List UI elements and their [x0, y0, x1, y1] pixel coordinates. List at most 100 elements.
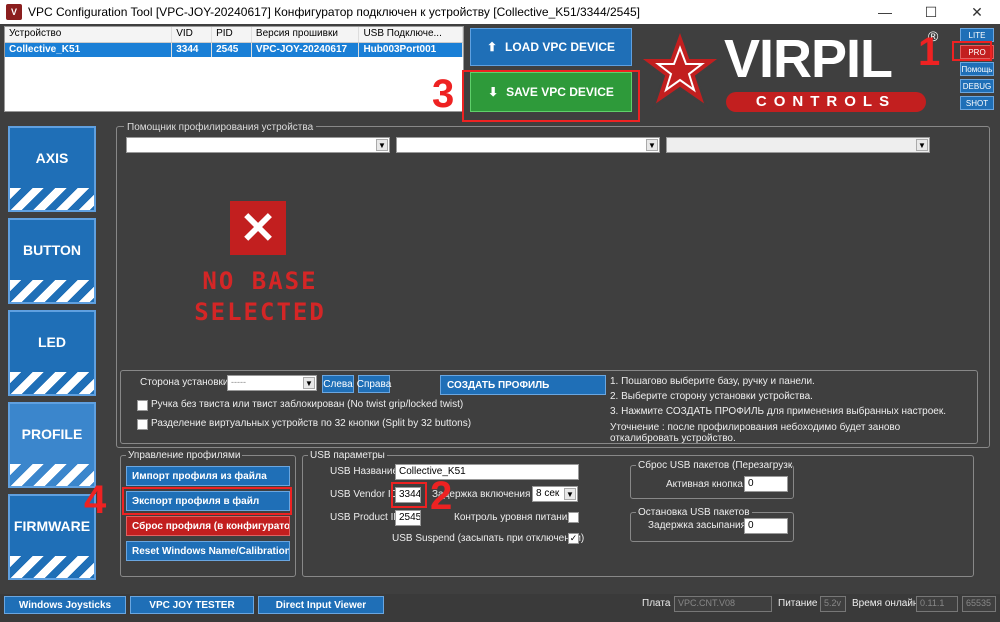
cell-vid: 3344 — [172, 43, 213, 57]
usb-name-label: USB Название — [330, 466, 399, 477]
col-vid[interactable]: VID — [172, 27, 213, 42]
stripes-decoration — [10, 372, 94, 394]
power-control-checkbox[interactable] — [568, 512, 579, 523]
virpil-logo: VIRPIL ® CONTROLS — [637, 26, 948, 116]
app-icon: V — [6, 4, 22, 20]
usb-stop-legend: Остановка USB пакетов — [636, 507, 752, 518]
left-button[interactable]: Слева — [322, 375, 354, 393]
usb-pid-input[interactable]: 2545 — [395, 510, 421, 526]
no-base-line2: SELECTED — [194, 298, 326, 326]
direct-input-viewer-button[interactable]: Direct Input Viewer — [258, 596, 384, 614]
nav-firmware-label: FIRMWARE — [13, 518, 91, 534]
startup-delay-value: 8 сек — [536, 488, 560, 499]
nav-button[interactable]: BUTTON — [8, 218, 96, 304]
usb-name-input[interactable]: Collective_K51 — [395, 464, 579, 480]
cell-pid: 2545 — [212, 43, 252, 57]
no-base-line1: NO BASE — [202, 267, 318, 295]
startup-delay-select[interactable]: 8 сек ▼ — [532, 486, 578, 502]
usb-suspend-checkbox[interactable]: ✓ — [568, 533, 579, 544]
chevron-down-icon[interactable]: ▼ — [564, 488, 576, 500]
title-bar: V VPC Configuration Tool [VPC-JOY-202406… — [0, 0, 1000, 24]
logo-text: VIRPIL — [724, 29, 893, 89]
vpc-joy-tester-button[interactable]: VPC JOY TESTER — [130, 596, 254, 614]
stripes-decoration — [10, 464, 94, 486]
power-value: 5.2v — [820, 596, 846, 612]
cell-device: Collective_K51 — [5, 43, 173, 57]
annotation-box-vid — [391, 482, 427, 508]
uptime-label: Время онлайн — [852, 598, 919, 609]
stripes-decoration — [10, 188, 94, 210]
nav-axis[interactable]: AXIS — [8, 126, 96, 212]
nav-led[interactable]: LED — [8, 310, 96, 396]
no-twist-label: Ручка без твиста или твист заблокирован … — [151, 399, 464, 410]
base-select[interactable]: ▼ — [126, 137, 390, 153]
annotation-4: 4 — [84, 478, 107, 522]
usb-reset-legend: Сброс USB пакетов (Перезагрузка сес — [636, 460, 792, 471]
col-device[interactable]: Устройство — [5, 27, 173, 42]
create-profile-button[interactable]: СОЗДАТЬ ПРОФИЛЬ — [440, 375, 606, 395]
tab-shot[interactable]: SHOT — [960, 96, 994, 110]
split-32-label: Разделение виртуальных устройств по 32 к… — [151, 418, 472, 429]
annotation-2: 2 — [430, 474, 453, 518]
tab-lite[interactable]: LITE — [960, 28, 994, 42]
power-label: Питание — [778, 598, 818, 609]
chevron-down-icon[interactable]: ▼ — [916, 139, 928, 151]
device-table[interactable]: Устройство VID PID Версия прошивки USB П… — [4, 26, 464, 112]
nav-profile[interactable]: PROFILE — [8, 402, 96, 488]
stripes-decoration — [10, 556, 94, 578]
annotation-3: 3 — [432, 72, 455, 116]
chevron-down-icon[interactable]: ▼ — [303, 377, 315, 389]
side-select-value: ----- — [231, 377, 246, 387]
side-select[interactable]: ----- ▼ — [227, 375, 317, 391]
reset-profile-button[interactable]: Сброс профиля (в конфигуратор) — [126, 516, 290, 536]
profile-helper-legend: Помощник профилирования устройства — [124, 122, 317, 133]
board-label: Плата — [642, 598, 671, 609]
nav-led-label: LED — [38, 334, 66, 350]
tab-help[interactable]: Помощь — [960, 62, 994, 76]
annotation-box-export — [122, 487, 292, 515]
sleep-delay-label: Задержка засыпания — [648, 520, 747, 531]
close-button[interactable]: ✕ — [954, 0, 1000, 24]
chevron-down-icon[interactable]: ▼ — [646, 139, 658, 151]
maximize-button[interactable]: ☐ — [908, 0, 954, 24]
sleep-delay-input[interactable]: 0 — [744, 518, 788, 534]
logo-subtext: CONTROLS — [755, 93, 897, 110]
window-title: VPC Configuration Tool [VPC-JOY-20240617… — [28, 5, 641, 19]
extra-value: 65535 — [962, 596, 996, 612]
minimize-button[interactable]: — — [862, 0, 908, 24]
no-twist-checkbox[interactable] — [137, 400, 148, 411]
reset-windows-name-button[interactable]: Reset Windows Name/Calibration — [126, 541, 290, 561]
stripes-decoration — [10, 280, 94, 302]
no-base-message: NO BASE SELECTED — [190, 266, 330, 328]
uptime-value: 0.11.1 — [916, 596, 958, 612]
step-3: 3. Нажмите СОЗДАТЬ ПРОФИЛЬ для применени… — [610, 406, 947, 417]
step-note: Уточнение : после профилирования небоход… — [610, 422, 901, 444]
usb-vid-label: USB Vendor ID — [330, 489, 398, 500]
col-usb-port[interactable]: USB Подключе... — [359, 27, 463, 42]
col-pid[interactable]: PID — [212, 27, 252, 42]
table-row[interactable]: Collective_K51 3344 2545 VPC-JOY-2024061… — [5, 43, 463, 57]
no-base-icon: ✕ — [230, 201, 286, 255]
split-32-checkbox[interactable] — [137, 419, 148, 430]
active-button-label: Активная кнопка — [666, 479, 743, 490]
annotation-box-pro — [952, 41, 992, 61]
load-label: LOAD VPC DEVICE — [505, 40, 616, 54]
side-label: Сторона установки — [140, 377, 229, 388]
panel-select[interactable]: ▼ — [666, 137, 930, 153]
cell-firmware: VPC-JOY-20240617 — [252, 43, 360, 57]
power-control-label: Контроль уровня питания — [454, 512, 573, 523]
chevron-down-icon[interactable]: ▼ — [376, 139, 388, 151]
col-firmware[interactable]: Версия прошивки — [252, 27, 360, 42]
usb-suspend-label: USB Suspend (засыпать при отключении) — [392, 533, 585, 544]
nav-firmware[interactable]: FIRMWARE — [8, 494, 96, 580]
active-button-input[interactable]: 0 — [744, 476, 788, 492]
tab-debug[interactable]: DEBUG — [960, 79, 994, 93]
profile-management-legend: Управление профилями — [126, 450, 243, 461]
import-profile-button[interactable]: Импорт профиля из файла — [126, 466, 290, 486]
step-2: 2. Выберите сторону установки устройства… — [610, 391, 813, 402]
right-button[interactable]: Справа — [357, 375, 391, 393]
grip-select[interactable]: ▼ — [396, 137, 660, 153]
windows-joysticks-button[interactable]: Windows Joysticks — [4, 596, 126, 614]
board-value: VPC.CNT.V08 — [674, 596, 772, 612]
load-vpc-device-button[interactable]: ⬆ LOAD VPC DEVICE — [470, 28, 632, 66]
